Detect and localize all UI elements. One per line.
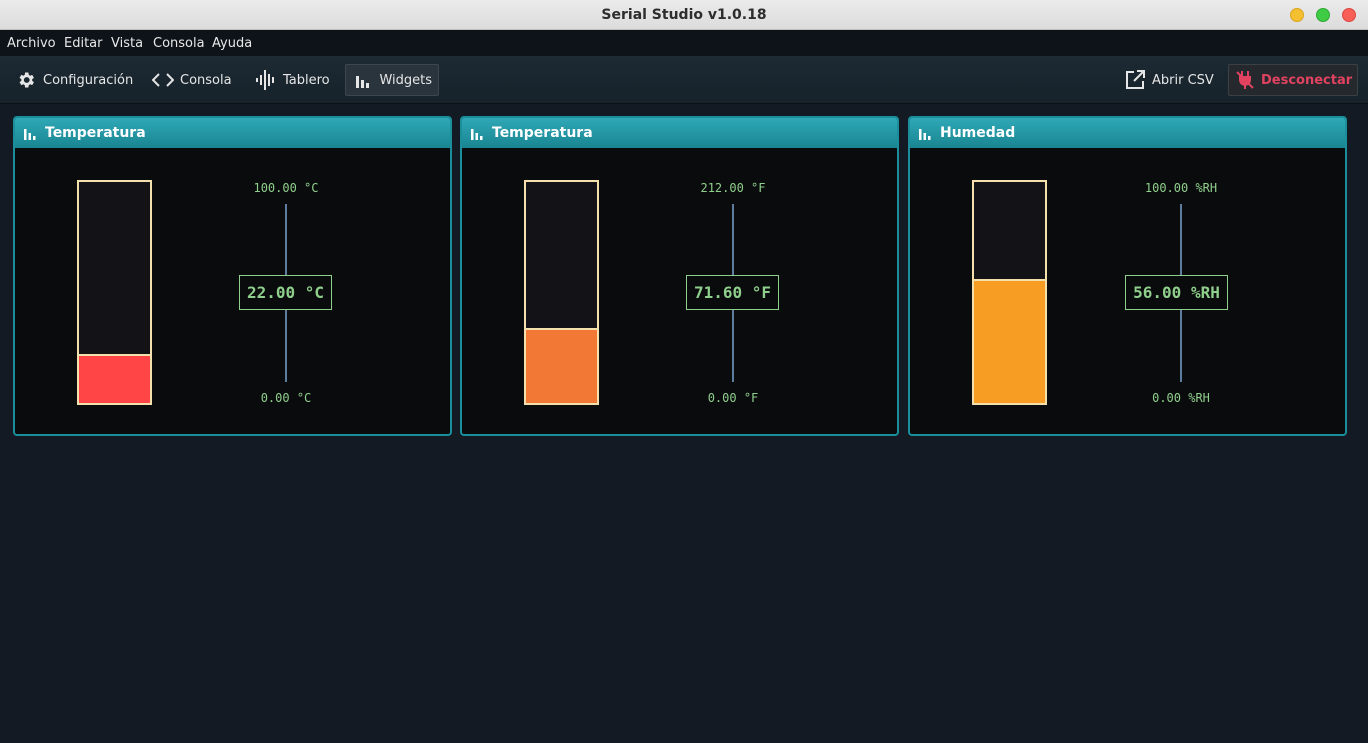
menu-bar: Archivo Editar Vista Consola Ayuda [0, 30, 1368, 56]
panel-title: Humedad [940, 125, 1016, 141]
window-titlebar: Serial Studio v1.0.18 [0, 0, 1368, 30]
widgets-button[interactable]: Widgets [345, 64, 439, 96]
toolbar: Configuración Consola Tablero Widgets Ab… [0, 56, 1368, 104]
bar-chart-icon [918, 126, 932, 140]
plug-off-icon [1235, 69, 1255, 91]
menu-editar[interactable]: Editar [64, 36, 103, 51]
menu-ayuda[interactable]: Ayuda [212, 36, 252, 51]
disconnect-label: Desconectar [1261, 72, 1353, 88]
value-display: 22.00 °C [239, 275, 332, 310]
min-label: 0.00 %RH [1152, 391, 1210, 405]
widget-panel-temp-f: Temperatura 212.00 °F 71.60 °F 0.00 °F [460, 116, 899, 436]
tank-fill [526, 328, 597, 403]
config-label: Configuración [43, 72, 134, 88]
widget-panel-humidity: Humedad 100.00 %RH 56.00 %RH 0.00 %RH [908, 116, 1347, 436]
widget-panel-temp-c: Temperatura 100.00 °C 22.00 °C 0.00 °C [13, 116, 452, 436]
panel-header: Humedad [910, 118, 1345, 148]
tank-gauge [77, 180, 152, 405]
bar-chart-icon [352, 69, 373, 91]
code-brackets-icon [152, 69, 174, 91]
waveform-icon [255, 69, 277, 91]
value-display: 71.60 °F [686, 275, 779, 310]
tank-gauge [972, 180, 1047, 405]
panel-title: Temperatura [45, 125, 146, 141]
maximize-button[interactable] [1316, 8, 1330, 22]
menu-consola[interactable]: Consola [153, 36, 205, 51]
tank-fill [974, 279, 1045, 403]
menu-archivo[interactable]: Archivo [7, 36, 56, 51]
bar-chart-icon [23, 126, 37, 140]
open-csv-button[interactable]: Abrir CSV [1118, 64, 1220, 96]
menu-vista[interactable]: Vista [111, 36, 143, 51]
tank-fill [79, 354, 150, 403]
min-label: 0.00 °F [707, 391, 759, 405]
console-button[interactable]: Consola [146, 64, 238, 96]
max-label: 100.00 %RH [1144, 181, 1218, 195]
disconnect-button[interactable]: Desconectar [1228, 64, 1358, 96]
open-csv-label: Abrir CSV [1152, 72, 1214, 88]
dashboard-button[interactable]: Tablero [249, 64, 336, 96]
console-label: Consola [180, 72, 232, 88]
max-label: 212.00 °F [700, 181, 766, 195]
panel-header: Temperatura [15, 118, 450, 148]
external-link-icon [1124, 69, 1146, 91]
bar-chart-icon [470, 126, 484, 140]
panel-header: Temperatura [462, 118, 897, 148]
dashboard-label: Tablero [283, 72, 330, 88]
minimize-button[interactable] [1290, 8, 1304, 22]
panel-title: Temperatura [492, 125, 593, 141]
close-button[interactable] [1342, 8, 1356, 22]
config-button[interactable]: Configuración [9, 64, 139, 96]
tank-gauge [524, 180, 599, 405]
min-label: 0.00 °C [260, 391, 312, 405]
window-title: Serial Studio v1.0.18 [601, 7, 767, 23]
gear-icon [15, 69, 37, 91]
widgets-label: Widgets [379, 72, 432, 88]
value-display: 56.00 %RH [1125, 275, 1228, 310]
max-label: 100.00 °C [253, 181, 319, 195]
